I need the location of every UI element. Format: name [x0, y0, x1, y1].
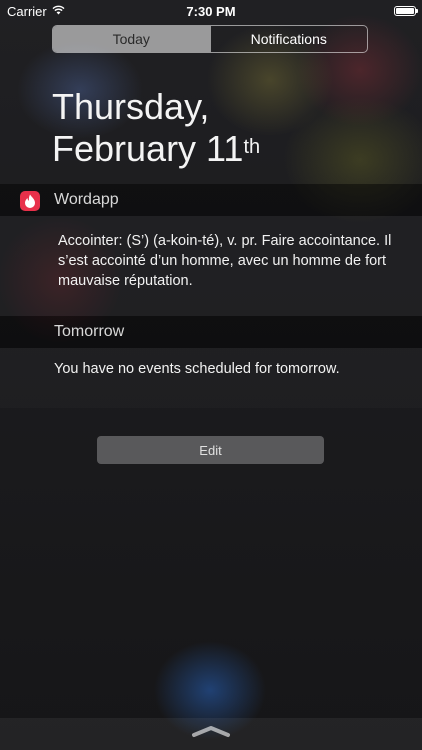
view-segmented-control: Today Notifications — [52, 25, 368, 53]
tab-notifications[interactable]: Notifications — [209, 26, 368, 52]
tomorrow-title: Tomorrow — [54, 323, 125, 340]
weekday-text: Thursday, — [52, 86, 210, 127]
word-definition-text: Accointer: (S’) (a-koin-té), v. pr. Fair… — [58, 233, 392, 289]
ordinal-suffix: th — [243, 136, 261, 158]
month-day-line: February 11th — [52, 128, 260, 170]
tab-today[interactable]: Today — [53, 26, 210, 52]
flame-icon — [25, 194, 35, 208]
wordapp-icon — [20, 191, 40, 211]
date-heading: Thursday, February 11th — [52, 86, 260, 170]
no-events-text: You have no events scheduled for tomorro… — [54, 361, 340, 377]
battery-fill — [396, 8, 414, 14]
status-time: 7:30 PM — [186, 4, 236, 19]
tomorrow-widget-header: Tomorrow — [0, 316, 422, 348]
edit-button[interactable]: Edit — [97, 436, 324, 464]
chevron-up-icon[interactable] — [191, 724, 231, 738]
wordapp-title: Wordapp — [54, 191, 119, 208]
month-day-text: February 11 — [52, 128, 244, 169]
status-bar: Carrier 7:30 PM — [0, 0, 422, 22]
battery-icon — [394, 6, 418, 16]
wordapp-widget-header[interactable]: Wordapp — [0, 184, 422, 216]
